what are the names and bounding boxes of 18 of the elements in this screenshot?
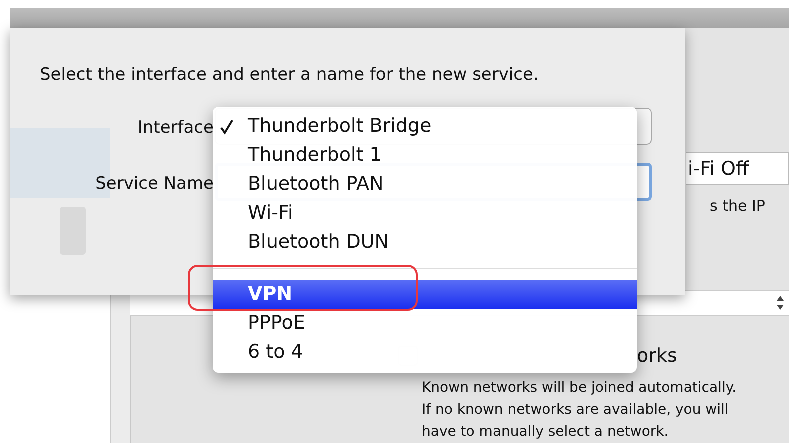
service-name-label: Service Name <box>94 173 214 196</box>
status-text: s the IP <box>710 196 766 217</box>
dialog-prompt: Select the interface and enter a name for the new service. <box>40 64 539 87</box>
stepper-icon <box>776 295 785 311</box>
help-text-line: have to manually select a network. <box>422 423 670 442</box>
help-text-line: If no known networks are available, you will <box>422 401 730 420</box>
menu-item[interactable]: 6 to 4 <box>213 338 637 367</box>
interface-label: Interface <box>136 117 214 140</box>
menu-item[interactable]: VPN <box>213 280 637 309</box>
menu-item[interactable]: Bluetooth DUN <box>213 228 637 257</box>
menu-item[interactable]: Wi-Fi <box>213 199 637 228</box>
menu-item[interactable]: PPPoE <box>213 309 637 338</box>
help-text-line: Known networks will be joined automatically. <box>422 379 737 398</box>
menu-item[interactable]: Bluetooth PAN <box>213 170 637 199</box>
menu-item[interactable]: Thunderbolt 1 <box>213 141 637 170</box>
checkbox-label: orks <box>637 344 678 369</box>
wifi-off-button[interactable]: i-Fi Off <box>686 152 789 185</box>
menu-item[interactable]: Thunderbolt Bridge <box>213 112 637 141</box>
